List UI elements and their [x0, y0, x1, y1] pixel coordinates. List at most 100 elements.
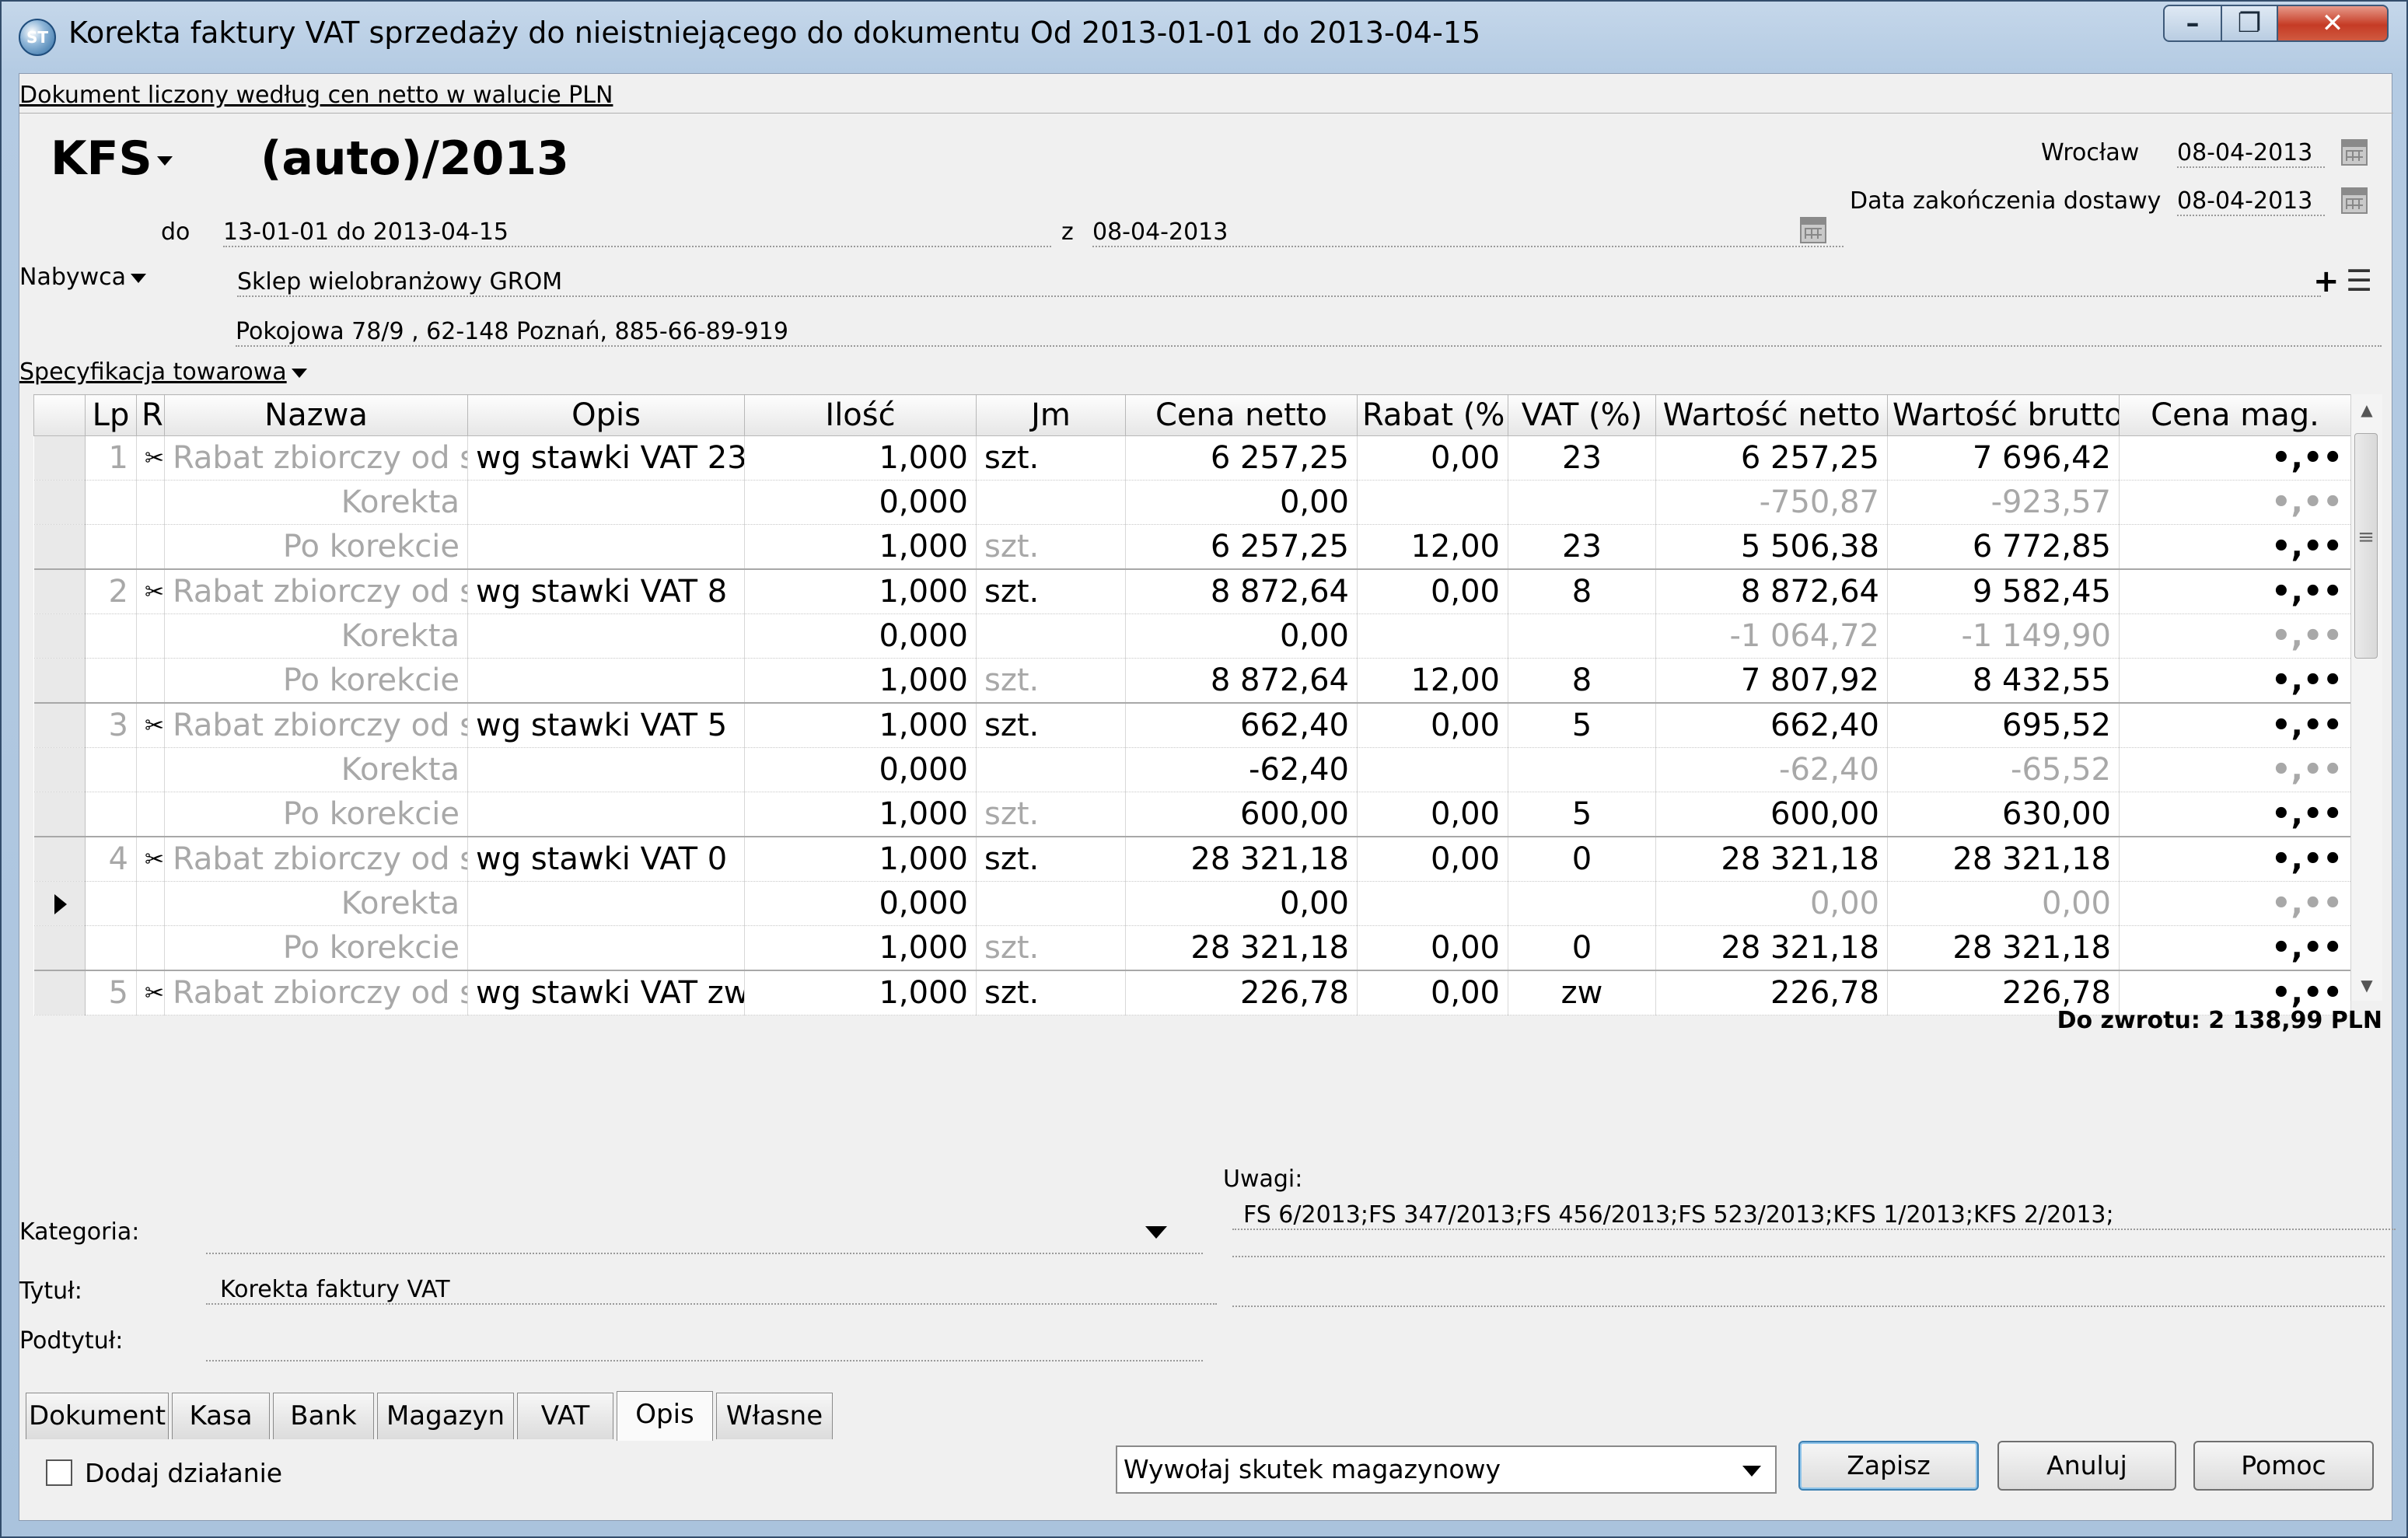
- cell-jm[interactable]: szt.: [976, 792, 1126, 837]
- cell-wartosc-netto[interactable]: 5 506,38: [1655, 524, 1888, 570]
- cell-rabat[interactable]: 0,00: [1357, 435, 1508, 481]
- cell-nazwa[interactable]: Korekta: [164, 881, 468, 926]
- cell-lp[interactable]: [85, 792, 137, 837]
- row-selector[interactable]: [33, 970, 86, 1015]
- cell-wartosc-brutto[interactable]: 28 321,18: [1887, 925, 2120, 971]
- table-row[interactable]: Po korekcie 1,000 szt. 8 872,64 12,00 8 7 807,…: [33, 658, 2351, 704]
- cell-ilosc[interactable]: 1,000: [744, 836, 977, 882]
- cell-jm[interactable]: szt.: [976, 970, 1126, 1015]
- cell-vat[interactable]: zw: [1508, 970, 1656, 1015]
- cell-wartosc-brutto[interactable]: 9 582,45: [1887, 568, 2120, 614]
- app-logo-icon[interactable]: ST: [19, 19, 56, 56]
- cell-cena-netto[interactable]: 0,00: [1125, 881, 1358, 926]
- cell-wartosc-brutto[interactable]: 6 772,85: [1887, 524, 2120, 570]
- cell-r[interactable]: ✂: [136, 702, 165, 748]
- cell-rabat[interactable]: [1357, 747, 1508, 792]
- doc-type-selector[interactable]: KFS: [51, 131, 173, 186]
- cell-jm[interactable]: [976, 480, 1126, 525]
- cell-cena-netto[interactable]: 0,00: [1125, 480, 1358, 525]
- cell-cena-netto[interactable]: 8 872,64: [1125, 568, 1358, 614]
- col-wartosc-netto[interactable]: Wartość netto: [1655, 394, 1888, 436]
- cell-opis[interactable]: wg stawki VAT 5: [467, 702, 745, 748]
- cell-vat[interactable]: 0: [1508, 836, 1656, 882]
- cell-opis[interactable]: wg stawki VAT zw: [467, 970, 745, 1015]
- cell-cena-mag[interactable]: •,••: [2119, 881, 2351, 926]
- table-row[interactable]: Korekta 0,000 0,00 -750,87 -923,57 •,••: [33, 480, 2351, 525]
- issue-date-field[interactable]: 08-04-2013: [2177, 139, 2325, 168]
- cell-rabat[interactable]: 0,00: [1357, 925, 1508, 971]
- pricing-mode-link[interactable]: Dokument liczony według cen netto w walu…: [19, 82, 613, 109]
- cell-opis[interactable]: [467, 613, 745, 659]
- cell-cena-netto[interactable]: 0,00: [1125, 613, 1358, 659]
- cell-lp[interactable]: [85, 747, 137, 792]
- cell-opis[interactable]: [467, 524, 745, 570]
- table-row[interactable]: 3 ✂ Rabat zbiorczy od s wg stawki VAT 5 1,00…: [33, 702, 2351, 748]
- row-selector[interactable]: [33, 747, 86, 792]
- cell-cena-netto[interactable]: 28 321,18: [1125, 925, 1358, 971]
- cell-cena-netto[interactable]: 662,40: [1125, 702, 1358, 748]
- cell-rabat[interactable]: 0,00: [1357, 568, 1508, 614]
- spec-selector[interactable]: Specyfikacja towarowa: [19, 358, 307, 386]
- minimize-button[interactable]: –: [2163, 5, 2222, 42]
- table-row[interactable]: Korekta 0,000 -62,40 -62,40 -65,52 •,••: [33, 747, 2351, 792]
- cell-cena-netto[interactable]: 6 257,25: [1125, 524, 1358, 570]
- cell-opis[interactable]: [467, 881, 745, 926]
- cell-rabat[interactable]: 0,00: [1357, 702, 1508, 748]
- cell-cena-mag[interactable]: •,••: [2119, 568, 2351, 614]
- cell-vat[interactable]: 8: [1508, 658, 1656, 704]
- buyer-selector[interactable]: Nabywca: [19, 264, 147, 291]
- cell-wartosc-netto[interactable]: 7 807,92: [1655, 658, 1888, 704]
- cell-vat[interactable]: 23: [1508, 524, 1656, 570]
- cell-wartosc-brutto[interactable]: 28 321,18: [1887, 836, 2120, 882]
- col-lp[interactable]: Lp: [85, 394, 137, 436]
- cell-cena-mag[interactable]: •,••: [2119, 747, 2351, 792]
- cell-wartosc-netto[interactable]: 226,78: [1655, 970, 1888, 1015]
- cell-cena-netto[interactable]: 28 321,18: [1125, 836, 1358, 882]
- col-cena-netto[interactable]: Cena netto: [1125, 394, 1358, 436]
- cell-lp[interactable]: [85, 925, 137, 971]
- cell-opis[interactable]: [467, 747, 745, 792]
- cell-cena-mag[interactable]: •,••: [2119, 836, 2351, 882]
- cell-ilosc[interactable]: 0,000: [744, 480, 977, 525]
- cell-wartosc-netto[interactable]: 28 321,18: [1655, 836, 1888, 882]
- cell-vat[interactable]: [1508, 480, 1656, 525]
- maximize-button[interactable]: ❐: [2221, 5, 2278, 42]
- cell-cena-mag[interactable]: •,••: [2119, 702, 2351, 748]
- add-icon[interactable]: +: [2313, 264, 2340, 299]
- col-nazwa[interactable]: Nazwa: [164, 394, 468, 436]
- cell-nazwa[interactable]: Rabat zbiorczy od s: [164, 702, 468, 748]
- cell-cena-netto[interactable]: 8 872,64: [1125, 658, 1358, 704]
- buyer-name-field[interactable]: Sklep wielobranżowy GROM: [237, 268, 2321, 297]
- cell-lp[interactable]: 2: [85, 568, 137, 614]
- scroll-thumb[interactable]: [2354, 433, 2378, 659]
- cell-r[interactable]: [136, 925, 165, 971]
- tab-opis[interactable]: Opis: [617, 1391, 713, 1441]
- cell-wartosc-brutto[interactable]: -1 149,90: [1887, 613, 2120, 659]
- cell-cena-netto[interactable]: 6 257,25: [1125, 435, 1358, 481]
- cell-wartosc-brutto[interactable]: 630,00: [1887, 792, 2120, 837]
- cell-jm[interactable]: szt.: [976, 435, 1126, 481]
- row-selector[interactable]: [33, 702, 86, 748]
- chevron-down-icon[interactable]: [1145, 1226, 1167, 1239]
- col-wartosc-brutto[interactable]: Wartość brutto: [1887, 394, 2120, 436]
- row-selector[interactable]: [33, 658, 86, 704]
- row-selector[interactable]: [33, 792, 86, 837]
- row-selector[interactable]: [33, 881, 86, 926]
- col-cena-mag[interactable]: Cena mag.: [2119, 394, 2351, 436]
- help-button[interactable]: Pomoc: [2193, 1441, 2374, 1491]
- scroll-down-icon[interactable]: ▼: [2351, 970, 2382, 1001]
- table-row[interactable]: Po korekcie 1,000 szt. 28 321,18 0,00 0 28 321…: [33, 925, 2351, 971]
- cell-vat[interactable]: 23: [1508, 435, 1656, 481]
- cell-cena-mag[interactable]: •,••: [2119, 925, 2351, 971]
- cell-nazwa[interactable]: Po korekcie: [164, 658, 468, 704]
- cell-cena-mag[interactable]: •,••: [2119, 435, 2351, 481]
- cell-nazwa[interactable]: Rabat zbiorczy od s: [164, 435, 468, 481]
- cell-wartosc-brutto[interactable]: -923,57: [1887, 480, 2120, 525]
- cell-wartosc-netto[interactable]: 0,00: [1655, 881, 1888, 926]
- cell-rabat[interactable]: 0,00: [1357, 792, 1508, 837]
- cell-opis[interactable]: [467, 480, 745, 525]
- cell-wartosc-netto[interactable]: 600,00: [1655, 792, 1888, 837]
- cell-rabat[interactable]: 12,00: [1357, 524, 1508, 570]
- tab-bank[interactable]: Bank: [273, 1393, 374, 1439]
- table-row[interactable]: 5 ✂ Rabat zbiorczy od s wg stawki VAT zw 1,0…: [33, 970, 2351, 1015]
